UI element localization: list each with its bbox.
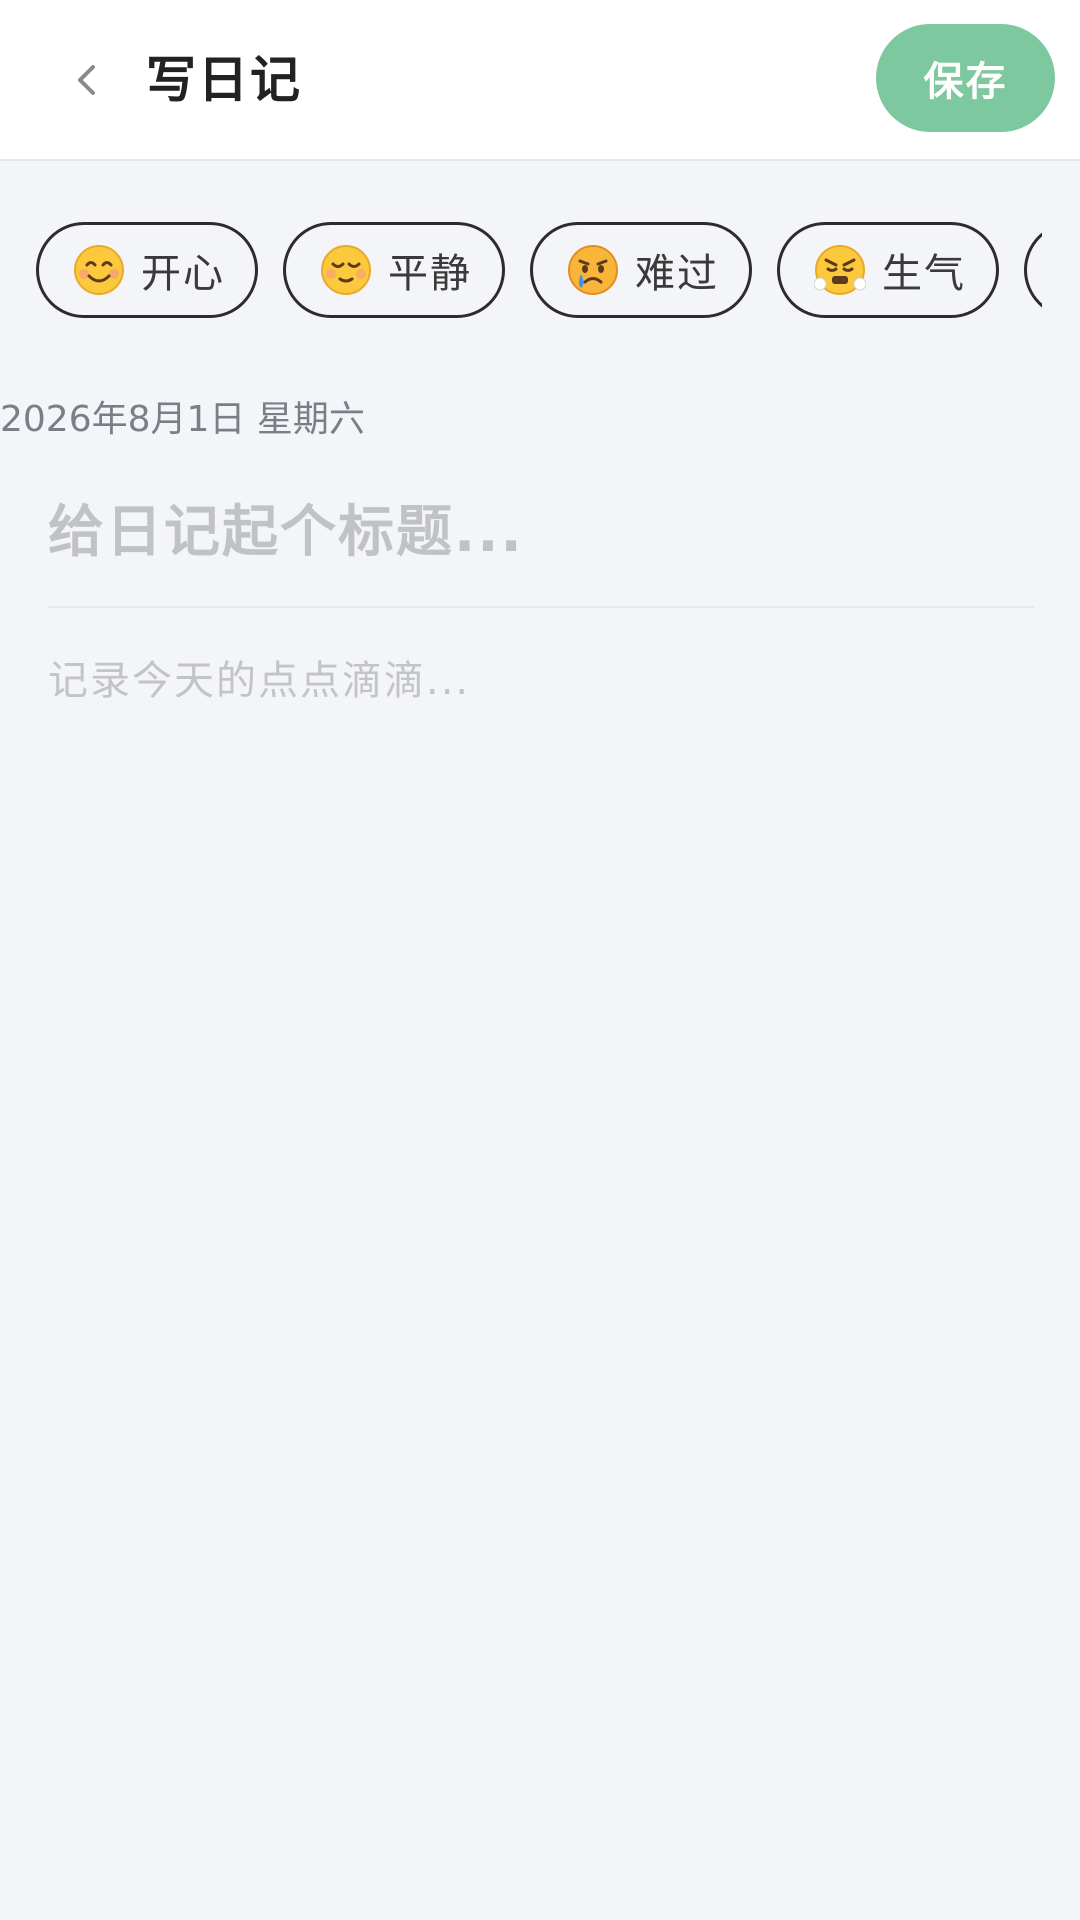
title-divider xyxy=(48,606,1034,608)
back-button[interactable] xyxy=(60,52,116,108)
mood-chip-calm[interactable]: 平静 xyxy=(283,222,505,318)
content-input[interactable] xyxy=(48,648,1034,1848)
chevron-left-icon xyxy=(78,65,95,95)
app-header: 写日记 保存 xyxy=(0,0,1080,161)
crying-face-icon xyxy=(567,244,619,296)
page-title: 写日记 xyxy=(146,51,302,109)
mood-label: 开心 xyxy=(141,251,225,297)
mood-label: 生气 xyxy=(882,251,966,297)
mood-selector: 开心 平静 难过 生气 xyxy=(0,222,1042,318)
mood-chip-sad[interactable]: 难过 xyxy=(530,222,752,318)
mood-chip-more[interactable] xyxy=(1024,222,1042,318)
mood-label: 难过 xyxy=(635,251,719,297)
save-button[interactable]: 保存 xyxy=(876,24,1055,132)
smiling-face-icon xyxy=(73,244,125,296)
title-input[interactable] xyxy=(48,490,1034,574)
mood-chip-happy[interactable]: 开心 xyxy=(36,222,258,318)
mood-label: 平静 xyxy=(388,251,472,297)
angry-face-icon xyxy=(814,244,866,296)
mood-chip-angry[interactable]: 生气 xyxy=(777,222,999,318)
diary-date: 2026年8月1日 星期六 xyxy=(0,399,365,440)
relieved-face-icon xyxy=(320,244,372,296)
